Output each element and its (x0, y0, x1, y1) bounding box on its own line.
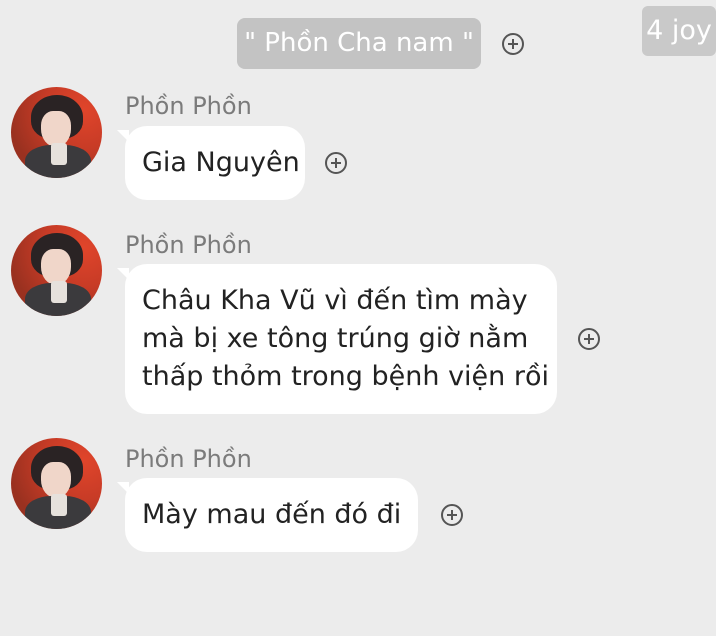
sender-name: Phồn Phồn (125, 445, 252, 473)
message-text-line: mà bị xe tông trúng giờ nằm (142, 323, 529, 354)
message-text-line: Châu Kha Vũ vì đến tìm mày (142, 285, 528, 316)
avatar[interactable] (11, 438, 102, 529)
add-icon[interactable] (441, 504, 463, 526)
sender-name: Phồn Phồn (125, 231, 252, 259)
add-icon[interactable] (325, 152, 347, 174)
add-icon[interactable] (578, 328, 600, 350)
message-bubble[interactable]: Mày mau đến đó đi (117, 478, 418, 552)
message-bubble[interactable]: Gia Nguyên (117, 126, 305, 200)
message-text: Mày mau đến đó đi (142, 499, 402, 530)
avatar[interactable] (11, 87, 102, 178)
message-text: Gia Nguyên (142, 147, 300, 178)
sender-name: Phồn Phồn (125, 92, 252, 120)
message-text-line: thấp thỏm trong bệnh viện rồi (142, 361, 549, 392)
add-icon[interactable] (502, 33, 524, 55)
corner-tag: 4 joy (642, 6, 716, 56)
message-bubble[interactable]: Châu Kha Vũ vì đến tìm mày mà bị xe tông… (117, 264, 557, 414)
chat-title-badge: " Phồn Cha nam " (237, 18, 481, 69)
avatar[interactable] (11, 225, 102, 316)
